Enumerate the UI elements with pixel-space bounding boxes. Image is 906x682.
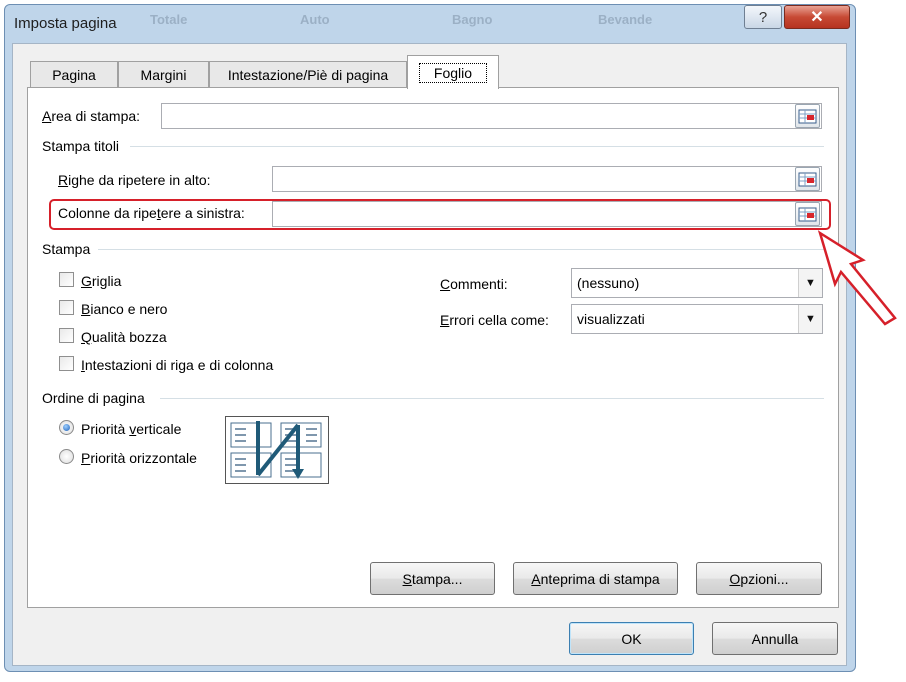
gridlines-checkbox[interactable] bbox=[59, 272, 74, 287]
row-col-headings-label: Intestazioni di riga e di colonna bbox=[81, 357, 274, 373]
tab-label: Foglio bbox=[418, 62, 488, 83]
print-area-label: Area di stampa: bbox=[42, 108, 141, 124]
section-divider bbox=[130, 146, 824, 147]
print-button[interactable]: Stampa... bbox=[370, 562, 495, 595]
down-then-over-label: Priorità verticale bbox=[81, 421, 182, 437]
rows-to-repeat-field[interactable] bbox=[272, 166, 822, 192]
section-divider bbox=[160, 398, 824, 399]
tab-label: Pagina bbox=[52, 67, 96, 83]
page-order-preview-icon bbox=[225, 416, 329, 484]
errors-value: visualizzati bbox=[577, 311, 645, 327]
options-button[interactable]: Opzioni... bbox=[696, 562, 822, 595]
errors-label: Errori cella come: bbox=[440, 312, 549, 328]
comments-value: (nessuno) bbox=[577, 275, 640, 291]
print-section-label: Stampa bbox=[42, 241, 91, 257]
over-then-down-label: Priorità orizzontale bbox=[81, 450, 197, 466]
collapse-dialog-icon bbox=[798, 109, 817, 123]
ok-button[interactable]: OK bbox=[569, 622, 694, 655]
section-divider bbox=[98, 249, 824, 250]
draft-quality-label: Qualità bozza bbox=[81, 329, 167, 345]
help-button[interactable]: ? bbox=[744, 5, 782, 29]
tab-foglio[interactable]: Foglio bbox=[407, 55, 499, 89]
print-titles-section-label: Stampa titoli bbox=[42, 138, 120, 154]
blur-text: Totale bbox=[150, 12, 188, 27]
window-title: Imposta pagina bbox=[14, 15, 117, 32]
rows-collapse-button[interactable] bbox=[795, 167, 820, 191]
print-area-collapse-button[interactable] bbox=[795, 104, 820, 128]
help-icon: ? bbox=[758, 8, 768, 26]
row-col-headings-checkbox[interactable] bbox=[59, 356, 74, 371]
tab-label: Margini bbox=[140, 67, 187, 83]
cancel-button[interactable]: Annulla bbox=[712, 622, 838, 655]
collapse-dialog-icon bbox=[798, 172, 817, 186]
tab-intestazione[interactable]: Intestazione/Piè di pagina bbox=[209, 61, 407, 88]
blur-text: Auto bbox=[300, 12, 330, 27]
page-order-section-label: Ordine di pagina bbox=[42, 390, 145, 406]
close-button[interactable]: ✕ bbox=[784, 5, 850, 29]
columns-highlight-box bbox=[49, 199, 831, 230]
errors-select[interactable]: visualizzati ▼ bbox=[571, 304, 823, 334]
comments-label: Commenti: bbox=[440, 276, 508, 292]
print-preview-button[interactable]: Anteprima di stampa bbox=[513, 562, 678, 595]
annotation-arrow-icon bbox=[817, 230, 897, 326]
comments-select[interactable]: (nessuno) ▼ bbox=[571, 268, 823, 298]
black-white-checkbox[interactable] bbox=[59, 300, 74, 315]
close-icon: ✕ bbox=[810, 9, 824, 26]
print-area-field[interactable] bbox=[161, 103, 822, 129]
tab-pagina[interactable]: Pagina bbox=[30, 61, 118, 88]
gridlines-label: Griglia bbox=[81, 273, 122, 289]
tab-label: Intestazione/Piè di pagina bbox=[227, 67, 389, 83]
blur-text: Bevande bbox=[598, 12, 653, 27]
rows-to-repeat-label: Righe da ripetere in alto: bbox=[58, 172, 211, 188]
black-white-label: Bianco e nero bbox=[81, 301, 168, 317]
tab-margini[interactable]: Margini bbox=[118, 61, 209, 88]
blur-text: Bagno bbox=[452, 12, 493, 27]
down-then-over-radio[interactable] bbox=[59, 420, 74, 435]
draft-quality-checkbox[interactable] bbox=[59, 328, 74, 343]
over-then-down-radio[interactable] bbox=[59, 449, 74, 464]
